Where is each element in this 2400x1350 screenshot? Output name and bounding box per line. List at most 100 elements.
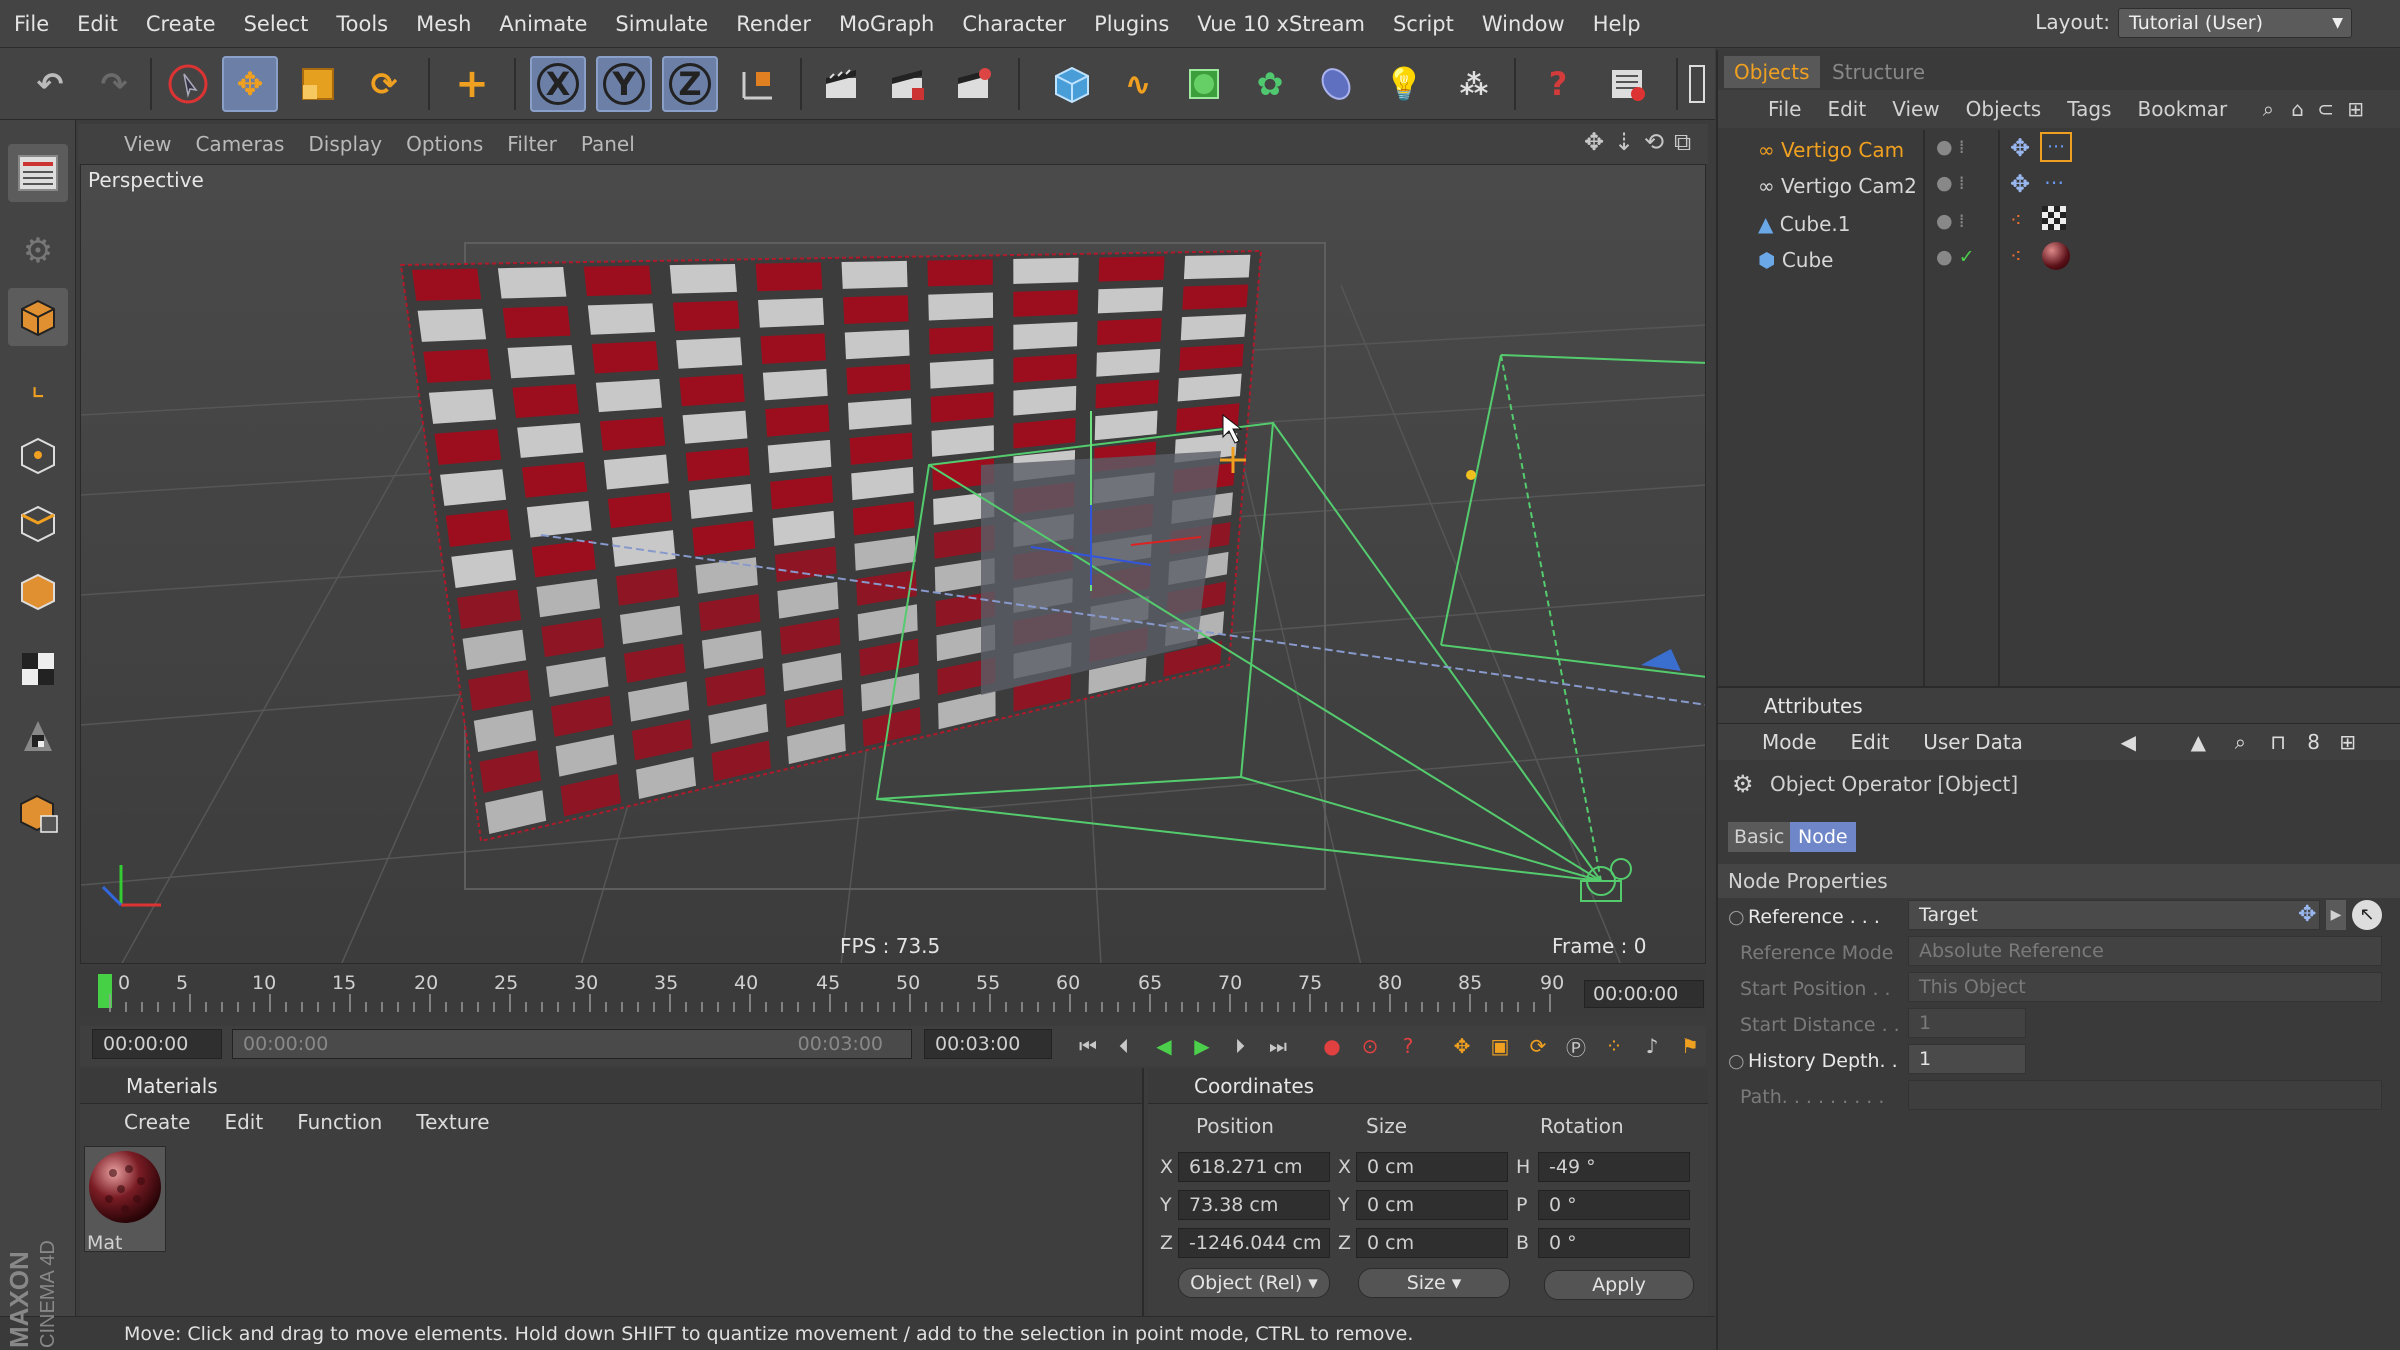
menu-simulate[interactable]: Simulate (601, 0, 722, 48)
toolbar-more-icon[interactable] (1684, 56, 1712, 112)
viewport-menu-options[interactable]: Options (394, 124, 495, 164)
tab-structure[interactable]: Structure (1822, 56, 1935, 88)
timeline-sound-icon[interactable]: ♪ (1636, 1030, 1668, 1062)
size-z-field[interactable]: 0 cm (1356, 1228, 1508, 1258)
texture-tag-icon[interactable] (2042, 206, 2066, 230)
play-backward-icon[interactable]: ◀ (1148, 1030, 1180, 1062)
key-position-icon[interactable]: ✥ (1446, 1030, 1478, 1062)
viewport-pan-icon[interactable]: ✥ (1584, 128, 1604, 156)
tab-objects[interactable]: Objects (1724, 56, 1820, 88)
undo-icon[interactable]: ↶ (22, 56, 78, 112)
menu-script[interactable]: Script (1379, 0, 1468, 48)
menu-animate[interactable]: Animate (485, 0, 601, 48)
make-editable-icon[interactable] (8, 144, 68, 202)
materials-menu-texture[interactable]: Texture (416, 1110, 489, 1134)
phong-tag-icon[interactable]: ⁖ (2010, 244, 2022, 268)
objects-menu-tags[interactable]: Tags (2067, 97, 2111, 121)
path-field[interactable] (1908, 1080, 2382, 1110)
menu-tools[interactable]: Tools (322, 0, 402, 48)
materials-menu-edit[interactable]: Edit (224, 1110, 263, 1134)
cloner-icon[interactable]: ✿ (1242, 56, 1298, 112)
viewport-maximize-icon[interactable]: ⧉ (1674, 128, 1691, 156)
scale-tool-icon[interactable] (290, 56, 346, 112)
workplane-mode-icon[interactable] (8, 708, 68, 766)
link-icon[interactable]: ⊂ (2317, 90, 2334, 128)
menu-character[interactable]: Character (948, 0, 1080, 48)
object-row-cube1[interactable]: ▲ Cube.1 (1758, 206, 1850, 242)
preview-range-slider[interactable]: 00:00:00 00:03:00 (232, 1029, 912, 1059)
material-swatch[interactable]: Mat (84, 1146, 166, 1254)
lock-workplane-icon[interactable] (8, 784, 68, 842)
chevron-right-icon[interactable]: ▶ (2326, 900, 2346, 930)
start-distance-field[interactable]: 1 (1908, 1008, 2026, 1038)
target-tag-icon[interactable]: ✥ (2010, 134, 2030, 162)
attributes-menu-user-data[interactable]: User Data (1923, 730, 2023, 754)
new-panel-icon[interactable]: ⊞ (2339, 724, 2356, 760)
tab-basic[interactable]: Basic (1728, 822, 1791, 852)
xpresso-tag-icon[interactable]: ⋯ (2044, 170, 2064, 194)
viewport-menu-filter[interactable]: Filter (495, 124, 569, 164)
material-tag-icon[interactable] (2042, 242, 2070, 270)
previous-key-icon[interactable]: ⏴ (1108, 1030, 1140, 1062)
x-axis-lock-button[interactable]: X (530, 56, 586, 112)
layout-select[interactable]: Tutorial (User) ▼ (2118, 8, 2352, 38)
menu-file[interactable]: File (0, 0, 63, 48)
viewport-menu-display[interactable]: Display (296, 124, 394, 164)
menu-create[interactable]: Create (132, 0, 230, 48)
model-mode-icon[interactable] (8, 288, 68, 346)
timeline-settings-icon[interactable]: ⚑ (1674, 1030, 1706, 1062)
points-mode-icon[interactable] (8, 426, 68, 484)
up-arrow-icon[interactable]: ▲ (2191, 724, 2206, 760)
autokeying-icon[interactable]: ⊙ (1354, 1030, 1386, 1062)
particles-icon[interactable]: ⁂ (1446, 56, 1502, 112)
live-selection-icon[interactable] (160, 56, 216, 112)
coordinate-mode-select[interactable]: Object (Rel) ▾ (1178, 1268, 1330, 1298)
object-row-vertigo-cam2[interactable]: ∞ Vertigo Cam2 (1758, 168, 1917, 204)
object-row-cube[interactable]: ⬢ Cube (1758, 242, 1833, 278)
reference-mode-select[interactable]: Absolute Reference (1908, 936, 2382, 966)
polygons-mode-icon[interactable] (8, 562, 68, 620)
attributes-menu-mode[interactable]: Mode (1762, 730, 1817, 754)
animation-dot-icon[interactable]: ○ (1728, 1050, 1745, 1072)
objects-menu-edit[interactable]: Edit (1827, 97, 1866, 121)
menu-edit[interactable]: Edit (63, 0, 132, 48)
cube-primitive-icon[interactable] (1044, 56, 1100, 112)
go-to-start-icon[interactable]: ⏮ (1072, 1030, 1104, 1062)
key-parameter-icon[interactable]: Ⓟ (1560, 1030, 1592, 1062)
home-icon[interactable]: ⌂ (2291, 90, 2304, 128)
current-time-field[interactable]: 00:00:00 (1584, 980, 1704, 1008)
render-view-icon[interactable] (814, 56, 870, 112)
target-pick-icon[interactable]: ✥ (2298, 902, 2316, 927)
help-cursor-icon[interactable]: ? (1530, 56, 1586, 112)
perspective-viewport[interactable] (80, 164, 1706, 964)
lock-icon[interactable]: ⊓ (2270, 724, 2286, 760)
materials-menu-create[interactable]: Create (124, 1110, 190, 1134)
menu-vue[interactable]: Vue 10 xStream (1183, 0, 1379, 48)
spline-pen-icon[interactable]: ∿ (1110, 56, 1166, 112)
xpresso-tag-icon[interactable]: ⋯ (2040, 132, 2072, 162)
texture-mode-icon[interactable] (8, 640, 68, 698)
menu-window[interactable]: Window (1468, 0, 1579, 48)
key-scale-icon[interactable]: ▣ (1484, 1030, 1516, 1062)
rotation-b-field[interactable]: 0 ° (1538, 1228, 1690, 1258)
viewport-zoom-icon[interactable]: ⇣ (1614, 128, 1634, 156)
menu-mograph[interactable]: MoGraph (825, 0, 948, 48)
rotation-h-field[interactable]: -49 ° (1538, 1152, 1690, 1182)
object-row-vertigo-cam[interactable]: ∞ Vertigo Cam (1758, 132, 1904, 168)
coordinate-system-icon[interactable] (730, 56, 786, 112)
size-mode-select[interactable]: Size ▾ (1358, 1268, 1510, 1298)
move-tool-icon[interactable]: ✥ (222, 56, 278, 112)
render-picture-viewer-icon[interactable] (880, 56, 936, 112)
z-axis-lock-button[interactable]: Z (662, 56, 718, 112)
record-keys-icon[interactable]: ● (1316, 1030, 1348, 1062)
light-bulb-icon[interactable]: 💡 (1376, 56, 1432, 112)
objects-menu-view[interactable]: View (1892, 97, 1939, 121)
end-time-field[interactable]: 00:03:00 (924, 1029, 1052, 1059)
apply-button[interactable]: Apply (1544, 1270, 1694, 1300)
viewport-rotate-icon[interactable]: ⟲ (1644, 128, 1664, 156)
target-tag-icon[interactable]: ✥ (2010, 170, 2030, 198)
visibility-dot-icon[interactable]: ● ✓ (1936, 246, 1975, 268)
link-icon[interactable]: 8 (2307, 724, 2320, 760)
edges-mode-icon[interactable] (8, 494, 68, 552)
timeline[interactable]: 0 5 10 15 20 25 30 35 40 45 50 55 60 65 … (80, 968, 1706, 1016)
